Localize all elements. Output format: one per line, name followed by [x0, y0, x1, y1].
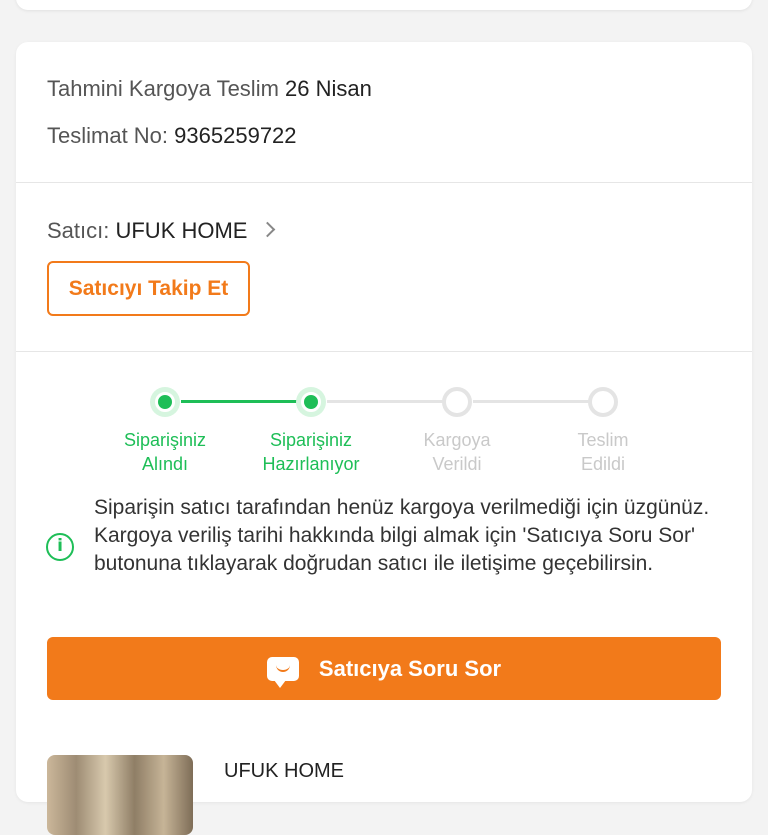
ask-seller-button-label: Satıcıya Soru Sor [318, 655, 502, 681]
step-label-delivered: Teslim Edildi [533, 428, 673, 476]
progress-line-pending [473, 400, 604, 403]
step-done-dot-icon [150, 387, 180, 417]
delivery-estimate: Tahmini Kargoya Teslim 26 Nisan [47, 76, 372, 102]
step-label-line: Kargoya [423, 430, 491, 450]
step-label-line: Hazırlanıyor [262, 454, 360, 474]
follow-seller-button[interactable]: Satıcıyı Takip Et [47, 261, 250, 316]
delivery-number: Teslimat No: 9365259722 [47, 123, 297, 149]
divider [16, 351, 752, 352]
step-pending-dot-icon [442, 387, 472, 417]
progress-line-done [181, 400, 312, 403]
step-label-line: Verildi [432, 454, 482, 474]
step-label-line: Edildi [580, 454, 626, 474]
step-label-line: Teslim [577, 430, 629, 450]
order-delivery-card: Tahmini Kargoya Teslim 26 Nisan Teslimat… [16, 42, 752, 835]
seller-name: UFUK HOME [115, 218, 248, 243]
step-label-line: Alındı [141, 454, 189, 474]
step-label-shipped: Kargoya Verildi [387, 428, 527, 476]
step-pending-dot-icon [588, 387, 618, 417]
delivery-number-label: Teslimat No: [47, 123, 169, 148]
previous-card [16, 0, 752, 10]
progress-line-pending [327, 400, 458, 403]
chat-smile-icon [266, 656, 299, 688]
info-icon: i [46, 533, 74, 561]
shipping-delay-message: Siparişin satıcı tarafından henüz kargoy… [94, 496, 710, 575]
step-label-preparing: Siparişiniz Hazırlanıyor [241, 428, 381, 476]
step-label-order-received: Siparişiniz Alındı [95, 428, 235, 476]
seller-link[interactable]: Satıcı: UFUK HOME [47, 218, 275, 244]
ask-seller-button[interactable]: Satıcıya Soru Sor [47, 637, 721, 700]
product-thumbnail[interactable] [47, 755, 193, 835]
delivery-number-value: 9365259722 [174, 123, 297, 148]
delivery-estimate-value: 26 Nisan [285, 76, 372, 101]
seller-label: Satıcı: [47, 218, 110, 243]
step-label-line: Siparişiniz [269, 430, 353, 450]
divider [16, 182, 752, 183]
step-label-line: Siparişiniz [123, 430, 207, 450]
step-done-dot-icon [296, 387, 326, 417]
product-seller-name: UFUK HOME [224, 760, 344, 782]
chevron-right-icon [259, 221, 275, 238]
delivery-estimate-label: Tahmini Kargoya Teslim [47, 76, 279, 101]
